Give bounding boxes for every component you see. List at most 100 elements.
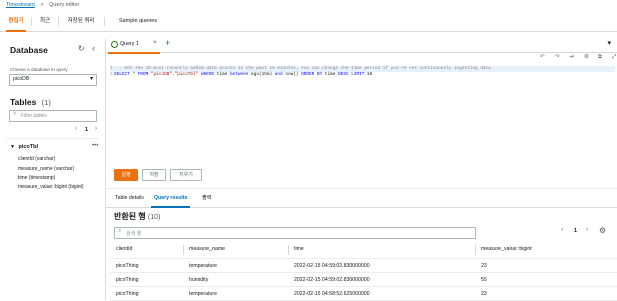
tab-saved-queries[interactable]: 저장된 쿼리	[60, 12, 102, 31]
table-row: picoThing temperature 2022-02-15 04:59:0…	[110, 259, 617, 273]
save-button[interactable]: 저장	[142, 169, 166, 181]
cell-time: 2022-02-15 04:58:52.625000000	[294, 291, 370, 297]
database-select[interactable]: picoDB ▾	[9, 74, 97, 86]
code-string: "picoDB"."picoTbl"	[148, 72, 201, 77]
divider	[6, 138, 98, 139]
prev-page-icon[interactable]: ‹	[75, 126, 77, 132]
filter-tables-input[interactable]: ⌕ Filter tables	[9, 110, 97, 122]
search-icon: ⌕	[118, 228, 122, 234]
code-number: 10	[367, 72, 373, 77]
main-tabs: 편집기 최근 저장된 쿼리 Sample queries	[0, 12, 617, 32]
tab-output[interactable]: 출력	[202, 189, 212, 207]
code-keyword: LIMIT	[348, 72, 368, 77]
tab-divider	[104, 17, 105, 26]
cell-measure-name: temperature	[189, 291, 217, 297]
code-keyword: between	[229, 72, 249, 77]
collapse-panel-icon[interactable]: ‹	[92, 43, 95, 53]
breadcrumb: Timestream > Query editor	[6, 2, 79, 8]
query-tab-label: Query 1	[120, 41, 139, 47]
line-number: 1	[110, 66, 113, 71]
table-item-picotbl[interactable]: ▼ picoTbl	[10, 144, 38, 150]
search-rows-input[interactable]: ⌕ 검색 행	[114, 227, 476, 239]
results-title-text: 반환된 행	[114, 212, 146, 221]
next-page-icon[interactable]: ›	[586, 227, 588, 233]
column-header-time[interactable]: time	[294, 246, 304, 252]
code-keyword: WHERE	[200, 72, 215, 77]
tables-count: (1)	[41, 98, 51, 107]
search-icon: ⌕	[13, 111, 17, 117]
cell-measure-name: temperature	[189, 263, 217, 269]
column-item: measure_value::bigint (bigint)	[18, 184, 84, 190]
tab-sample-queries[interactable]: Sample queries	[106, 12, 170, 31]
tab-divider	[58, 17, 59, 26]
cell-time: 2022-02-15 04:59:02.830000000	[294, 277, 370, 283]
run-button[interactable]: 실행	[114, 169, 138, 181]
column-divider[interactable]	[288, 245, 289, 255]
tables-title: Tables (1)	[10, 97, 51, 107]
add-tab-icon[interactable]: +	[165, 38, 170, 48]
tab-editor[interactable]: 편집기	[4, 12, 28, 32]
column-header-measure-value[interactable]: measure_value::bigint	[481, 246, 532, 252]
code-token: time	[214, 72, 230, 77]
code-keyword: and	[274, 72, 283, 77]
editor-toolbar: ↶ ↷ ⇥ ⚙ ⧉ ⤢	[106, 54, 617, 64]
clear-button[interactable]: 지우기	[170, 169, 202, 181]
success-status-icon	[111, 40, 118, 48]
column-item: clientId (varchar)	[18, 156, 56, 162]
wrap-icon[interactable]: ⇥	[569, 54, 574, 60]
code-token: now()	[282, 72, 302, 77]
more-options-icon[interactable]: •••	[92, 143, 98, 149]
query-tab[interactable]: Query 1 ×	[108, 38, 160, 54]
column-divider[interactable]	[475, 245, 476, 255]
cell-measure-value: 55	[481, 277, 487, 283]
tab-query-results[interactable]: Query results	[150, 189, 191, 208]
fullscreen-icon[interactable]: ⤢	[612, 54, 616, 61]
next-page-icon[interactable]: ›	[95, 126, 97, 132]
database-title: Database	[10, 45, 48, 55]
column-divider[interactable]	[183, 245, 184, 255]
settings-icon[interactable]: ⚙	[599, 226, 606, 235]
copy-icon[interactable]: ⧉	[598, 54, 602, 61]
undo-icon[interactable]: ↶	[540, 54, 545, 60]
cell-measure-value: 23	[481, 263, 487, 269]
tables-page-number[interactable]: 1	[85, 127, 88, 133]
code-keyword: FROM	[137, 72, 149, 77]
prev-page-icon[interactable]: ‹	[561, 227, 563, 233]
database-select-value: picoDB	[13, 76, 30, 82]
redo-icon[interactable]: ↷	[555, 54, 560, 60]
breadcrumb-separator: >	[40, 2, 44, 8]
tab-divider	[31, 17, 32, 26]
column-item: measure_name (varchar)	[18, 166, 75, 172]
code-comment: -- Get the 10 most recently added data p…	[116, 66, 491, 71]
settings-icon[interactable]: ⚙	[584, 54, 589, 60]
table-row: picoThing humidity 2022-02-15 04:59:02.8…	[110, 273, 617, 287]
results-title: 반환된 행 (10)	[114, 211, 160, 222]
breadcrumb-timestream-link[interactable]: Timestream	[6, 2, 35, 8]
breadcrumb-current: Query editor	[49, 2, 80, 8]
tab-recent[interactable]: 최근	[34, 12, 56, 31]
code-token: *	[129, 72, 138, 77]
column-item: time (timestamp)	[18, 175, 56, 181]
query-editor[interactable]: 1 -- Get the 10 most recently added data…	[110, 64, 615, 164]
cell-clientid: picoThing	[116, 277, 139, 283]
query-tabs-bar: Query 1 × + ▾	[106, 38, 617, 54]
table-row: picoThing temperature 2022-02-15 04:58:5…	[110, 287, 617, 301]
column-header-measure-name[interactable]: measure_name	[189, 246, 225, 252]
cell-measure-value: 23	[481, 291, 487, 297]
code-line: 2SELECT * FROM "picoDB"."picoTbl" WHERE …	[110, 72, 615, 78]
close-icon[interactable]: ×	[153, 40, 157, 46]
search-rows-placeholder: 검색 행	[126, 230, 142, 237]
code-token: ago(15m)	[248, 72, 275, 77]
cell-clientid: picoThing	[116, 291, 139, 297]
results-page-number[interactable]: 1	[574, 228, 577, 234]
caret-down-icon: ▼	[10, 144, 15, 150]
code-keyword: SELECT	[114, 72, 130, 77]
refresh-icon[interactable]: ↻	[78, 44, 85, 53]
tab-table-details[interactable]: Table details	[115, 189, 144, 207]
table-name: picoTbl	[18, 144, 39, 150]
result-tabs: Table details Query results 출력	[106, 188, 617, 208]
choose-database-label: Choose a database to query	[10, 67, 68, 72]
column-header-clientid[interactable]: clientId	[116, 246, 132, 252]
caret-down-icon[interactable]: ▾	[607, 39, 611, 47]
code-keyword: DESC	[338, 72, 349, 77]
